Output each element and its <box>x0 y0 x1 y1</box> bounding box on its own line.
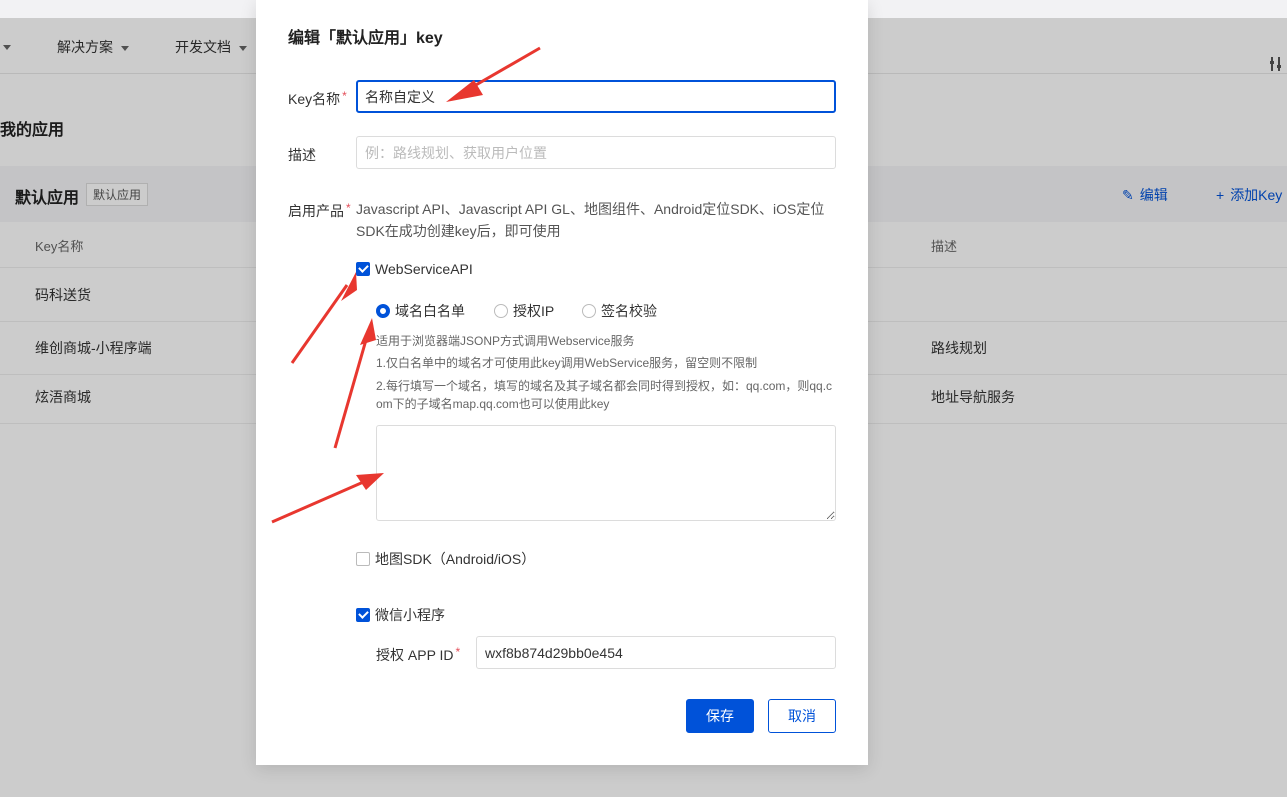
help-line: 适用于浏览器端JSONP方式调用Webservice服务 <box>376 334 635 348</box>
key-name-input[interactable] <box>356 80 836 113</box>
products-label: 启用产品 * <box>288 201 351 221</box>
radio-unselected-icon <box>582 304 596 318</box>
radio-label: 授权IP <box>513 303 555 319</box>
app-id-input[interactable] <box>476 636 836 669</box>
radio-authorized-ip[interactable]: 授权IP <box>494 301 554 321</box>
radio-unselected-icon <box>494 304 508 318</box>
app-id-label-text: 授权 APP ID <box>376 647 454 663</box>
save-button[interactable]: 保存 <box>686 699 754 733</box>
required-mark: * <box>455 645 461 659</box>
radio-selected-icon <box>376 304 390 318</box>
domain-whitelist-textarea[interactable] <box>376 425 836 521</box>
help-line: 2.每行填写一个域名，填写的域名及其子域名都会同时得到授权，如：qq.com，则… <box>376 379 833 393</box>
radio-domain-whitelist[interactable]: 域名白名单 <box>376 301 465 321</box>
map-sdk-label: 地图SDK（Android/iOS） <box>375 551 536 567</box>
radio-signature-check[interactable]: 签名校验 <box>582 301 657 321</box>
app-id-label: 授权 APP ID * <box>376 645 460 665</box>
key-name-label: Key名称 * <box>288 89 347 109</box>
radio-label: 域名白名单 <box>395 303 465 319</box>
edit-key-dialog: 编辑「默认应用」key Key名称* 描述 启用产品* Javascript A… <box>256 0 868 765</box>
cancel-button[interactable]: 取消 <box>768 699 836 733</box>
radio-label: 签名校验 <box>601 303 657 319</box>
required-mark: * <box>346 201 351 215</box>
key-name-label-text: Key名称 <box>288 91 341 107</box>
miniprogram-checkbox[interactable]: 微信小程序 <box>356 605 445 625</box>
products-label-text: 启用产品 <box>288 203 344 219</box>
desc-label: 描述 <box>288 147 316 163</box>
checkbox-checked-icon <box>356 262 370 276</box>
webservice-label: WebServiceAPI <box>375 261 473 277</box>
checkbox-checked-icon <box>356 608 370 622</box>
dialog-title: 编辑「默认应用」key <box>288 30 443 47</box>
webservice-checkbox[interactable]: WebServiceAPI <box>356 261 473 277</box>
help-line: 1.仅白名单中的域名才可使用此key调用WebService服务，留空则不限制 <box>376 356 758 370</box>
products-description: Javascript API、Javascript API GL、地图组件、An… <box>356 201 825 239</box>
help-line: om下的子域名map.qq.com也可以使用此key <box>376 397 610 411</box>
desc-input[interactable] <box>356 136 836 169</box>
required-mark: * <box>342 89 347 103</box>
checkbox-unchecked-icon <box>356 552 370 566</box>
miniprogram-label: 微信小程序 <box>375 607 445 623</box>
map-sdk-checkbox[interactable]: 地图SDK（Android/iOS） <box>356 549 535 569</box>
